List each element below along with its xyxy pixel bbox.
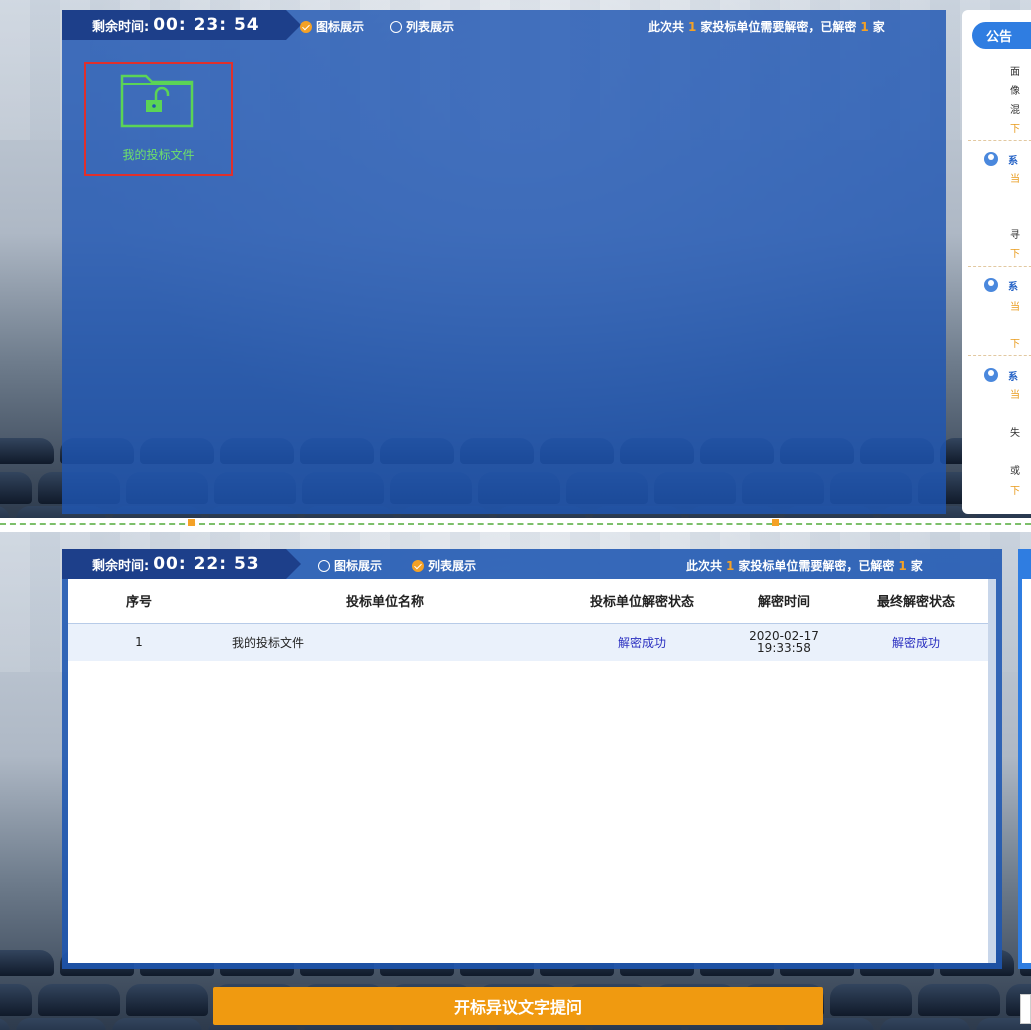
table-scrollbar[interactable] xyxy=(988,579,996,963)
auditorium-seat xyxy=(880,1018,970,1030)
notice-next-link[interactable]: 下 xyxy=(1010,120,1020,135)
col-header-index: 序号 xyxy=(125,595,152,611)
radio-checked-icon xyxy=(300,20,312,33)
auditorium-seat xyxy=(830,984,912,1016)
notice-sender: 系 xyxy=(1008,282,1018,293)
decrypt-summary: 此次共 1 家投标单位需要解密，已解密 1 家 xyxy=(686,557,923,574)
toggle-list-view[interactable]: 列表展示 xyxy=(412,557,476,574)
cell-decrypt-status: 解密成功 xyxy=(617,635,666,650)
user-avatar-icon xyxy=(984,152,998,166)
toggle-icon-view-label: 图标展示 xyxy=(316,20,365,34)
summary-middle: 家投标单位需要解密，已解密 xyxy=(738,559,895,573)
timer-label: 剩余时间: xyxy=(92,558,150,574)
notice-line: 混 xyxy=(1010,105,1020,116)
screenshot-divider xyxy=(0,523,1031,525)
divider xyxy=(968,140,1031,141)
divider-marker xyxy=(188,519,195,526)
unlocked-folder-icon xyxy=(120,74,194,128)
notice-status: 当 xyxy=(1010,302,1020,313)
user-avatar-icon xyxy=(984,278,998,292)
announcement-panel: 公告 面 像 混 下 系 当 寻 下 系 当 下 系 当 失 或 下 xyxy=(962,10,1031,514)
notice-line: 面 xyxy=(1010,67,1020,78)
auditorium-seat xyxy=(0,984,32,1016)
bid-file-folder[interactable]: 我的投标文件 xyxy=(84,62,233,176)
announcement-panel-edge xyxy=(1018,549,1031,969)
timer-value: 00: 22: 53 xyxy=(153,554,260,574)
cell-final-status: 解密成功 xyxy=(891,635,940,650)
user-avatar-icon xyxy=(984,368,998,382)
divider xyxy=(968,355,1031,356)
auditorium-seat xyxy=(38,984,120,1016)
col-header-name: 投标单位名称 xyxy=(345,595,424,611)
bid-files-panel: 剩余时间: 00: 23: 54 图标展示 列表展示 此次共 1 家投标单位需要解密… xyxy=(62,10,946,514)
col-header-decrypt-time: 解密时间 xyxy=(757,595,810,611)
auditorium-seat xyxy=(0,950,54,976)
notice-sender: 系 xyxy=(1008,372,1018,383)
auditorium-seat xyxy=(0,1018,10,1030)
summary-suffix: 家 xyxy=(910,559,923,573)
list-view-panel: 剩余时间: 00: 22: 53 图标展示 列表展示 此次共 1 家投标单位需要解密… xyxy=(0,532,1031,1030)
folder-label: 我的投标文件 xyxy=(122,148,195,162)
summary-middle: 家投标单位需要解密，已解密 xyxy=(700,20,857,34)
auditorium-seat xyxy=(16,1018,106,1030)
col-header-final-status: 最终解密状态 xyxy=(876,595,955,611)
auditorium-seat xyxy=(126,984,208,1016)
notice-status: 当 xyxy=(1010,174,1020,185)
cell-decrypt-time: 2020-02-17 19:33:58 xyxy=(724,623,844,661)
notice-next-link[interactable]: 下 xyxy=(1010,245,1020,260)
summary-done: 1 xyxy=(860,20,869,34)
notice-next-link[interactable]: 下 xyxy=(1010,335,1020,350)
toggle-list-view-label: 列表展示 xyxy=(406,20,455,34)
timer-value: 00: 23: 54 xyxy=(153,15,260,35)
notice-line: 寻 xyxy=(1010,230,1020,241)
cell-bidder-name: 我的投标文件 xyxy=(232,635,305,650)
summary-total: 1 xyxy=(688,20,697,34)
table-row[interactable]: 1 我的投标文件 解密成功 2020-02-17 19:33:58 解密成功 xyxy=(68,623,988,661)
auditorium-seat xyxy=(0,506,10,518)
toggle-icon-view[interactable]: 图标展示 xyxy=(318,557,382,574)
icon-view-panel: 剩余时间: 00: 23: 54 图标展示 列表展示 此次共 1 家投标单位需要解密… xyxy=(0,0,1031,518)
decrypt-summary: 此次共 1 家投标单位需要解密，已解密 1 家 xyxy=(648,18,885,35)
toggle-icon-view[interactable]: 图标展示 xyxy=(300,18,364,35)
radio-checked-icon xyxy=(412,559,424,572)
toggle-list-view[interactable]: 列表展示 xyxy=(390,18,454,35)
summary-prefix: 此次共 xyxy=(686,559,723,573)
notice-sender: 系 xyxy=(1008,156,1018,167)
table-header-row: 序号 投标单位名称 投标单位解密状态 解密时间 最终解密状态 xyxy=(68,579,988,623)
announcement-panel-body xyxy=(1022,579,1031,963)
countdown-timer: 剩余时间: 00: 23: 54 xyxy=(62,10,301,40)
side-button[interactable] xyxy=(1020,994,1031,1024)
divider-marker xyxy=(772,519,779,526)
auditorium-seat xyxy=(112,1018,202,1030)
toggle-list-view-label: 列表展示 xyxy=(428,559,477,573)
notice-line: 像 xyxy=(1010,86,1020,97)
cell-index: 1 xyxy=(135,635,143,650)
countdown-timer: 剩余时间: 00: 22: 53 xyxy=(62,549,301,579)
notice-next-link[interactable]: 下 xyxy=(1010,482,1020,497)
notice-status: 当 xyxy=(1010,390,1020,401)
radio-unchecked-icon xyxy=(318,559,330,572)
notice-line: 失 xyxy=(1010,428,1020,439)
toggle-icon-view-label: 图标展示 xyxy=(334,559,383,573)
objection-question-button[interactable]: 开标异议文字提问 xyxy=(213,987,823,1025)
summary-total: 1 xyxy=(726,559,735,573)
decrypt-table: 序号 投标单位名称 投标单位解密状态 解密时间 最终解密状态 1 我的投标文件 … xyxy=(68,579,996,963)
auditorium-seat xyxy=(0,472,32,504)
timer-label: 剩余时间: xyxy=(92,19,150,35)
summary-done: 1 xyxy=(898,559,907,573)
summary-suffix: 家 xyxy=(872,20,885,34)
auditorium-seat xyxy=(918,984,1000,1016)
radio-unchecked-icon xyxy=(390,20,402,33)
auditorium-seat xyxy=(0,438,54,464)
divider xyxy=(968,266,1031,267)
notice-line: 或 xyxy=(1010,466,1020,477)
tab-announcement[interactable]: 公告 xyxy=(972,22,1031,49)
col-header-decrypt-status: 投标单位解密状态 xyxy=(589,595,694,611)
summary-prefix: 此次共 xyxy=(648,20,685,34)
decrypt-clock: 19:33:58 xyxy=(757,641,811,656)
